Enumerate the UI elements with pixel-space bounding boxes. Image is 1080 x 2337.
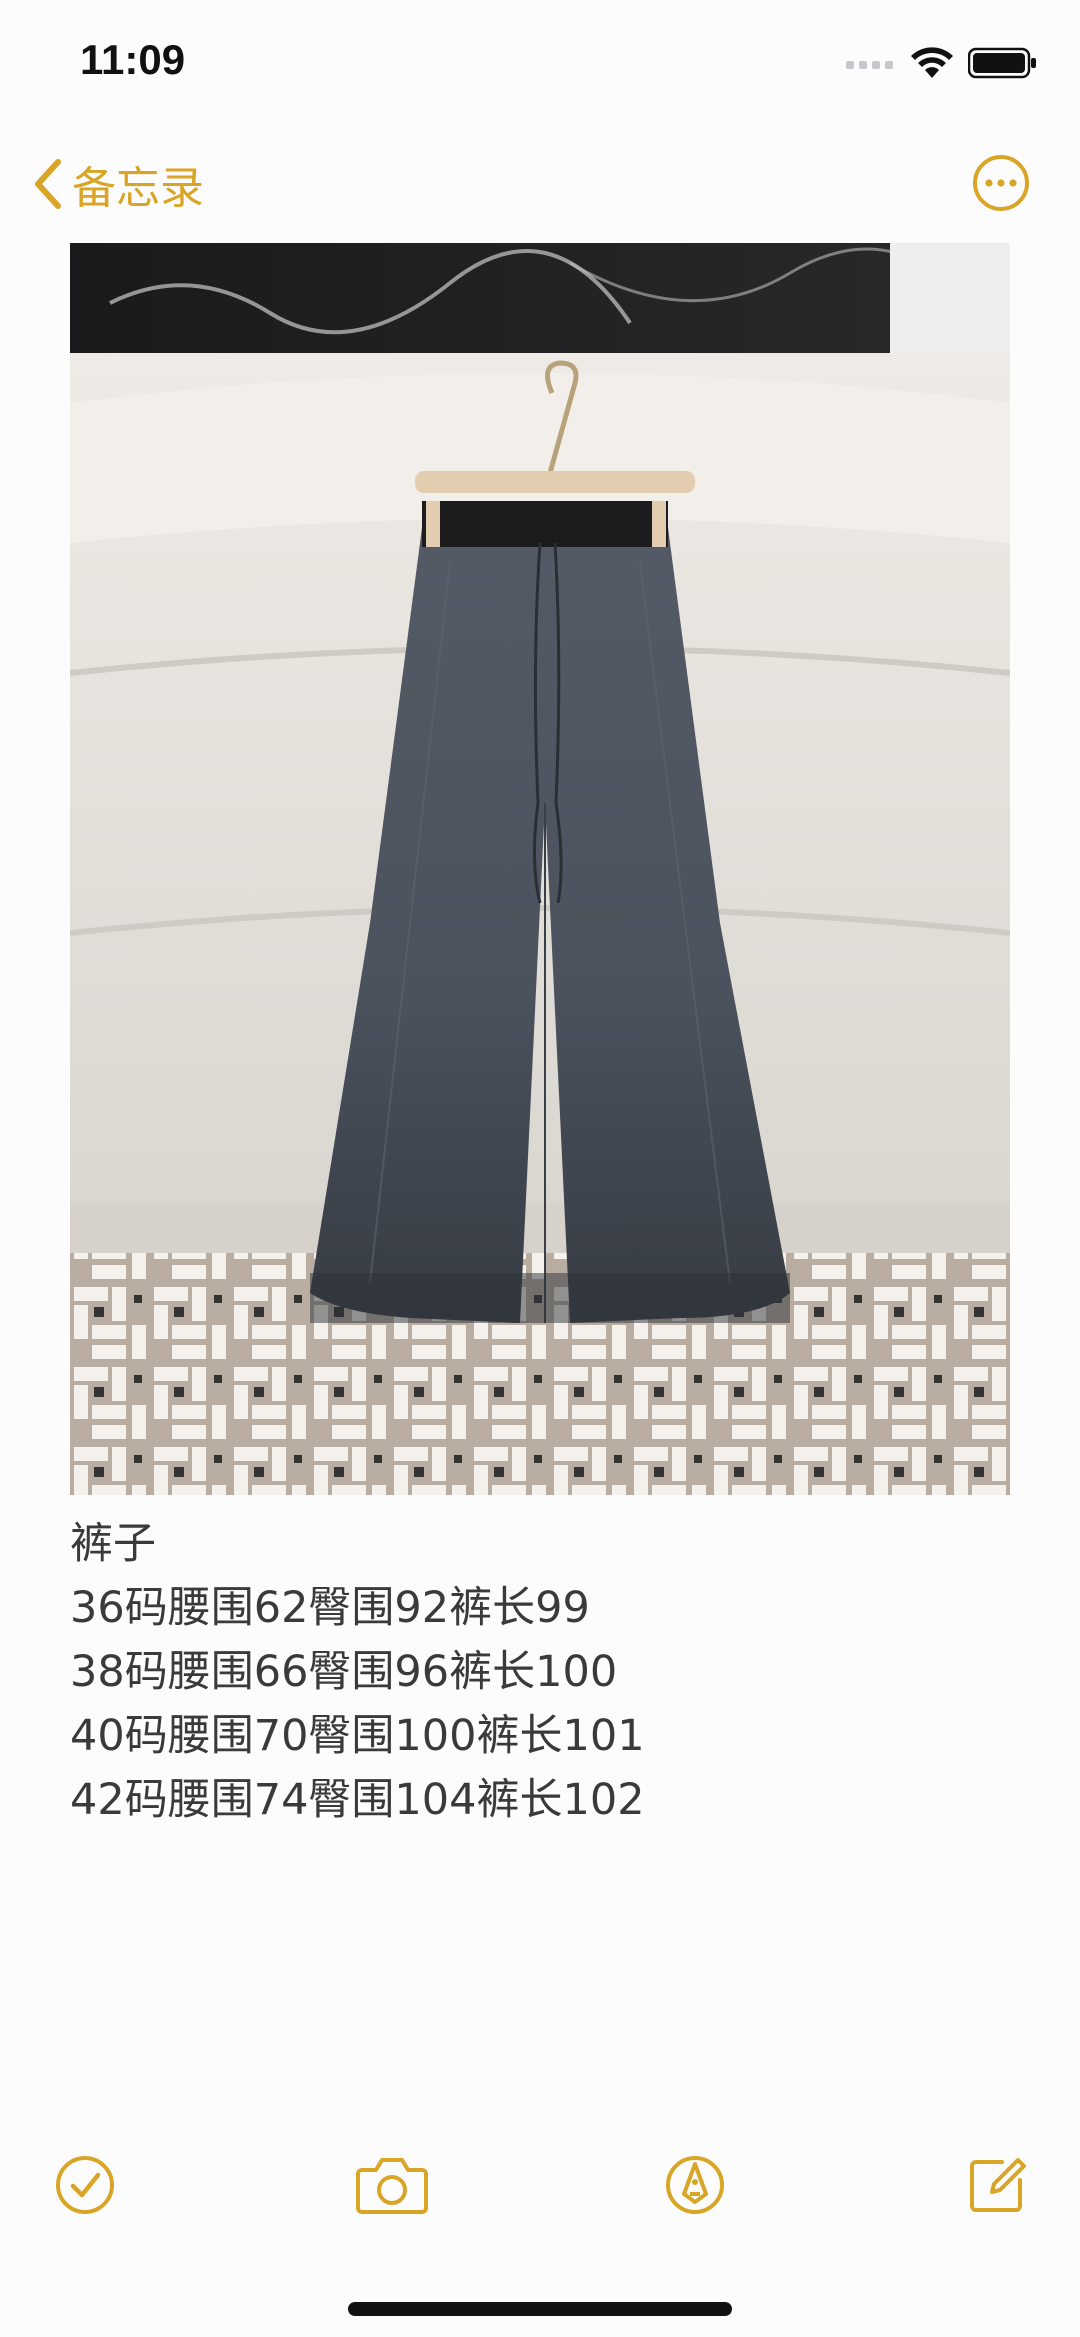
compose-button[interactable]	[962, 2150, 1032, 2220]
note-title: 裤子	[70, 1519, 156, 1569]
camera-icon	[356, 2158, 428, 2214]
status-time: 11:09	[80, 36, 186, 83]
ellipsis-circle-icon	[973, 155, 1029, 211]
navigation-bar: 备忘录	[0, 140, 1080, 240]
note-line: 36码腰围62臀围92裤长99	[70, 1583, 590, 1633]
note-line: 40码腰围70臀围100裤长101	[70, 1711, 645, 1761]
status-icons	[846, 46, 1038, 80]
bottom-toolbar	[0, 2150, 1080, 2230]
cellular-signal-icon	[846, 61, 893, 69]
camera-button[interactable]	[352, 2150, 432, 2220]
markup-pen-icon	[666, 2156, 724, 2214]
chevron-left-icon	[35, 159, 61, 209]
checklist-button[interactable]	[50, 2150, 120, 2220]
note-body[interactable]: 裤子 36码腰围62臀围92裤长99 38码腰围66臀围96裤长100 40码腰…	[70, 1512, 1010, 1832]
wifi-icon	[911, 47, 953, 78]
status-bar: 11:09	[0, 0, 1080, 120]
compose-icon	[970, 2158, 1026, 2212]
markup-button[interactable]	[660, 2150, 730, 2220]
checklist-icon	[56, 2156, 114, 2214]
note-line: 42码腰围74臀围104裤长102	[70, 1775, 645, 1825]
home-indicator[interactable]	[348, 2302, 732, 2316]
back-label: 备忘录	[72, 163, 204, 214]
note-photo[interactable]	[70, 243, 1010, 1495]
back-button[interactable]: 备忘录	[30, 152, 204, 216]
battery-icon	[968, 47, 1036, 79]
note-line: 38码腰围66臀围96裤长100	[70, 1647, 618, 1697]
pants-photo-illustration	[70, 243, 1010, 1495]
more-options-button[interactable]	[972, 154, 1030, 212]
